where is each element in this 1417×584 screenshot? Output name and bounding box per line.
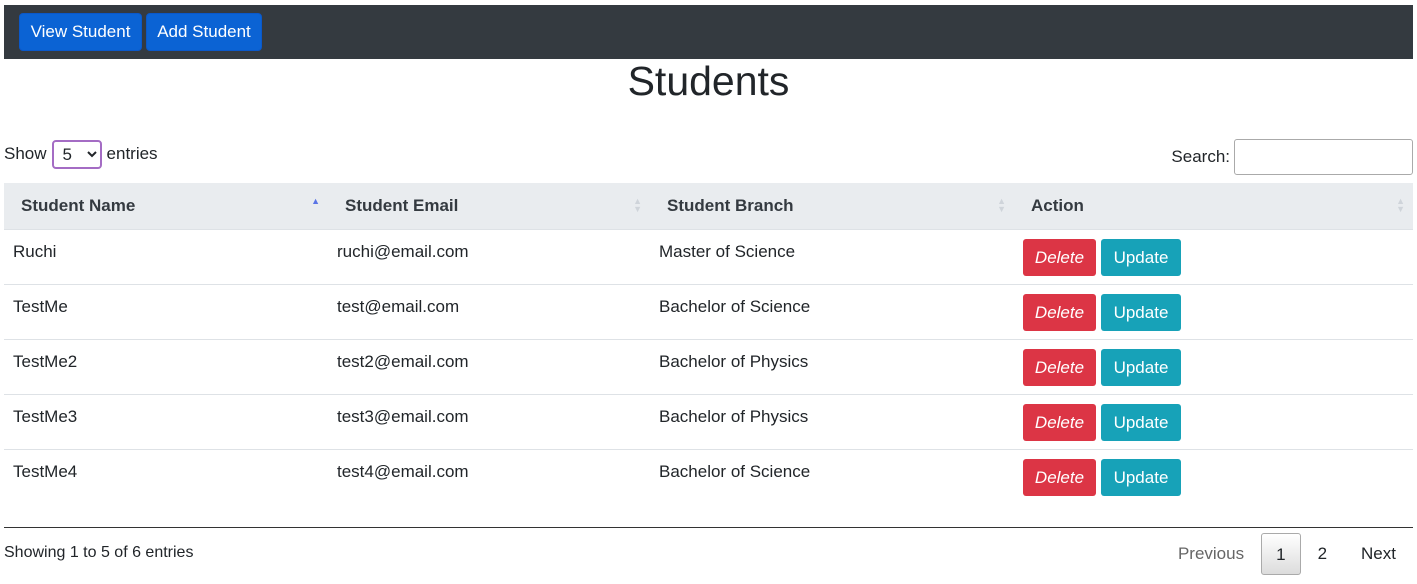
add-student-button[interactable]: Add Student <box>146 13 262 51</box>
table-row: TestMe2 test2@email.com Bachelor of Phys… <box>4 339 1413 395</box>
page-title: Students <box>627 58 790 104</box>
sort-icon: ▲ ▼ <box>997 196 1006 214</box>
cell-student-name: TestMe2 <box>4 339 328 395</box>
cell-action: Delete Update <box>1014 394 1413 450</box>
pagination: Previous 1 2 Next <box>1161 533 1413 575</box>
search-input[interactable] <box>1234 139 1413 175</box>
cell-student-name: TestMe3 <box>4 394 328 450</box>
table-row: TestMe3 test3@email.com Bachelor of Phys… <box>4 394 1413 450</box>
update-button[interactable]: Update <box>1101 458 1181 496</box>
delete-button[interactable]: Delete <box>1023 403 1096 441</box>
update-button[interactable]: Update <box>1101 293 1181 331</box>
previous-page-button[interactable]: Previous <box>1161 533 1261 575</box>
cell-student-name: TestMe <box>4 284 328 340</box>
page-button-2[interactable]: 2 <box>1301 533 1344 575</box>
cell-student-name: TestMe4 <box>4 449 328 528</box>
column-header-student-branch[interactable]: Student Branch ▲ ▼ <box>650 183 1014 230</box>
delete-button[interactable]: Delete <box>1023 458 1096 496</box>
cell-action: Delete Update <box>1014 339 1413 395</box>
entries-select[interactable]: 5 <box>51 139 102 169</box>
view-student-button[interactable]: View Student <box>19 13 142 51</box>
cell-student-email: ruchi@email.com <box>328 229 650 285</box>
entries-length-control: Show 5 entries <box>4 139 158 169</box>
update-button[interactable]: Update <box>1101 403 1181 441</box>
sort-ascending-icon: ▲ <box>311 196 320 206</box>
cell-action: Delete Update <box>1014 284 1413 340</box>
show-label: Show <box>4 144 47 163</box>
table-row: TestMe4 test4@email.com Bachelor of Scie… <box>4 449 1413 528</box>
cell-student-email: test@email.com <box>328 284 650 340</box>
top-navbar: View Student Add Student <box>4 5 1413 59</box>
entries-label: entries <box>106 144 158 163</box>
search-label: Search: <box>1171 147 1230 166</box>
column-header-student-email[interactable]: Student Email ▲ ▼ <box>328 183 650 230</box>
column-header-label: Student Branch <box>667 195 794 215</box>
search-control: Search: <box>1171 139 1413 175</box>
page-button-1[interactable]: 1 <box>1261 533 1301 575</box>
cell-student-email: test3@email.com <box>328 394 650 450</box>
cell-student-email: test2@email.com <box>328 339 650 395</box>
cell-student-name: Ruchi <box>4 229 328 285</box>
cell-student-email: test4@email.com <box>328 449 650 528</box>
sort-icon: ▲ ▼ <box>1396 196 1405 214</box>
cell-student-branch: Bachelor of Science <box>650 449 1014 528</box>
update-button[interactable]: Update <box>1101 238 1181 276</box>
cell-action: Delete Update <box>1014 449 1413 528</box>
delete-button[interactable]: Delete <box>1023 293 1096 331</box>
column-header-action[interactable]: Action ▲ ▼ <box>1014 183 1413 230</box>
next-page-button[interactable]: Next <box>1344 533 1413 575</box>
cell-student-branch: Bachelor of Physics <box>650 339 1014 395</box>
cell-student-branch: Bachelor of Physics <box>650 394 1014 450</box>
table-row: Ruchi ruchi@email.com Master of Science … <box>4 229 1413 285</box>
column-header-label: Action <box>1031 195 1084 215</box>
cell-action: Delete Update <box>1014 229 1413 285</box>
sort-icon: ▲ ▼ <box>633 196 642 214</box>
delete-button[interactable]: Delete <box>1023 238 1096 276</box>
students-table: Student Name ▲ Student Email ▲ ▼ Student … <box>4 183 1413 528</box>
column-header-student-name[interactable]: Student Name ▲ <box>4 183 328 230</box>
cell-student-branch: Bachelor of Science <box>650 284 1014 340</box>
column-header-label: Student Name <box>21 195 136 215</box>
column-header-label: Student Email <box>345 195 459 215</box>
table-row: TestMe test@email.com Bachelor of Scienc… <box>4 284 1413 340</box>
update-button[interactable]: Update <box>1101 348 1181 386</box>
delete-button[interactable]: Delete <box>1023 348 1096 386</box>
cell-student-branch: Master of Science <box>650 229 1014 285</box>
table-info: Showing 1 to 5 of 6 entries <box>4 544 194 561</box>
table-header-row: Student Name ▲ Student Email ▲ ▼ Student … <box>4 183 1413 230</box>
